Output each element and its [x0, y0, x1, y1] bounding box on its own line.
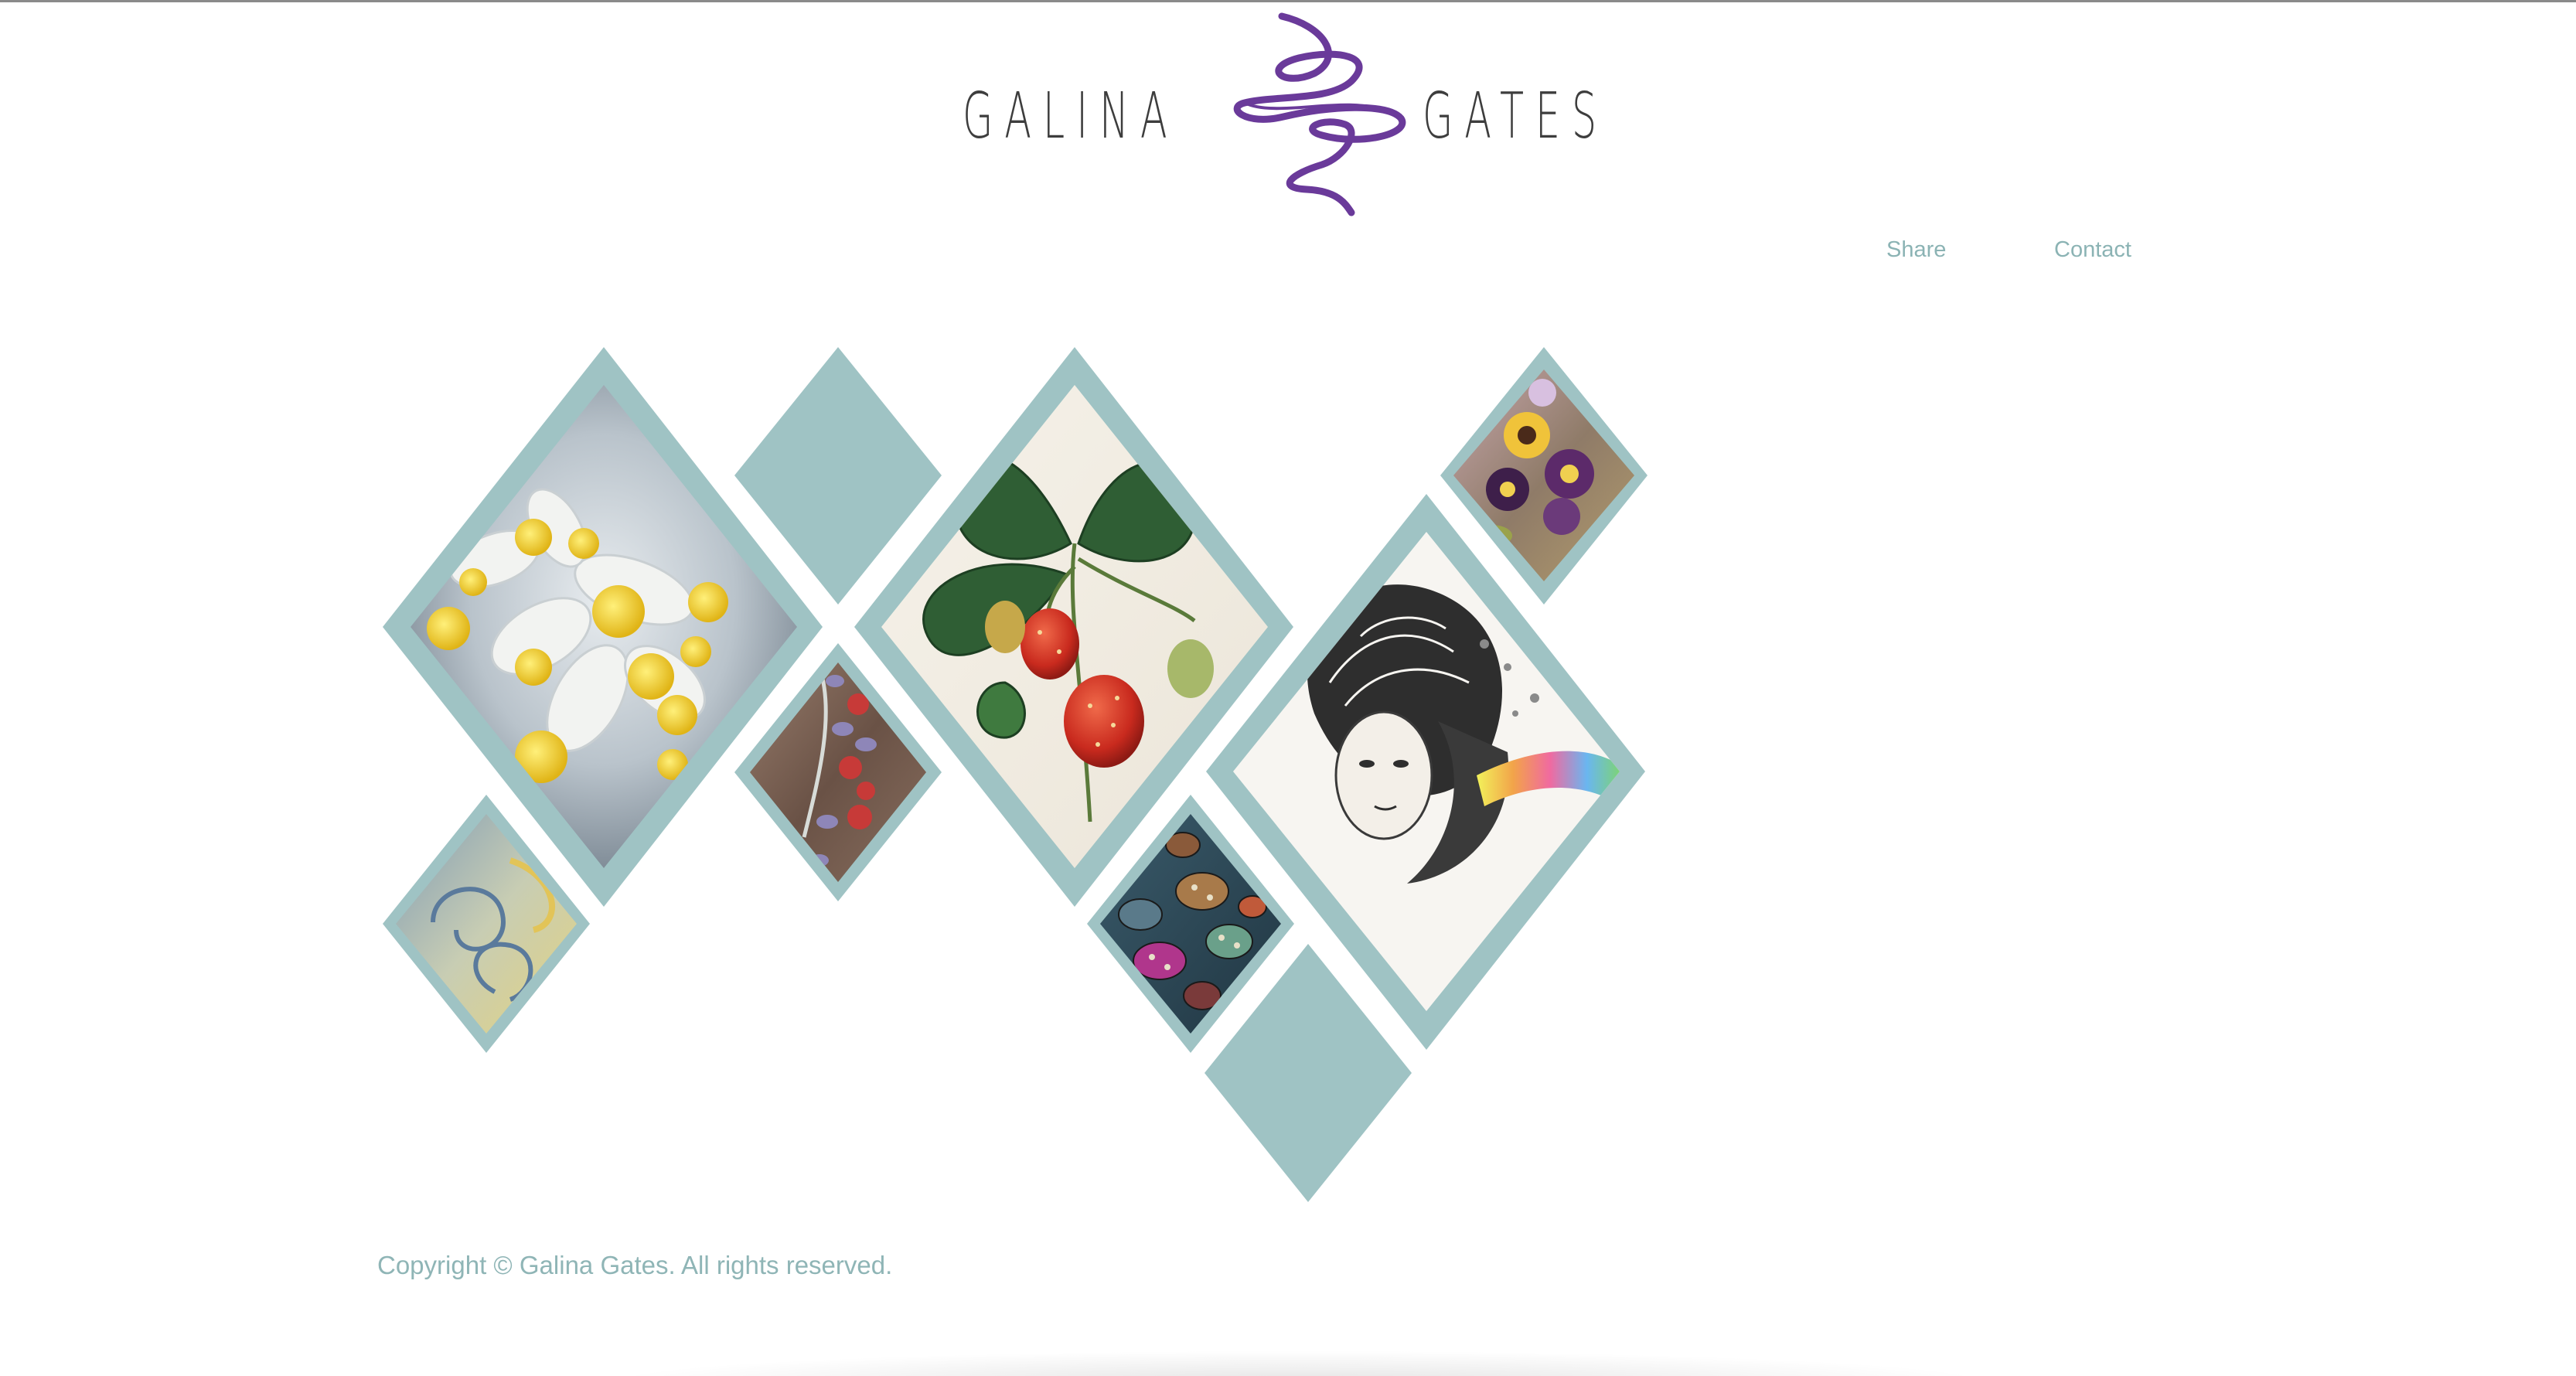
page: GALINA GATES Share Contact Copyright © G… [0, 0, 2576, 1376]
gallery-mosaic [383, 347, 1647, 1202]
strawberry-botanical-tile[interactable] [854, 347, 1293, 907]
dusty-miller-flowers-tile[interactable] [383, 347, 823, 907]
vintage-lady-drawing-tile[interactable] [1206, 494, 1645, 1050]
copyright-text: Copyright © Galina Gates. All rights res… [377, 1251, 893, 1279]
